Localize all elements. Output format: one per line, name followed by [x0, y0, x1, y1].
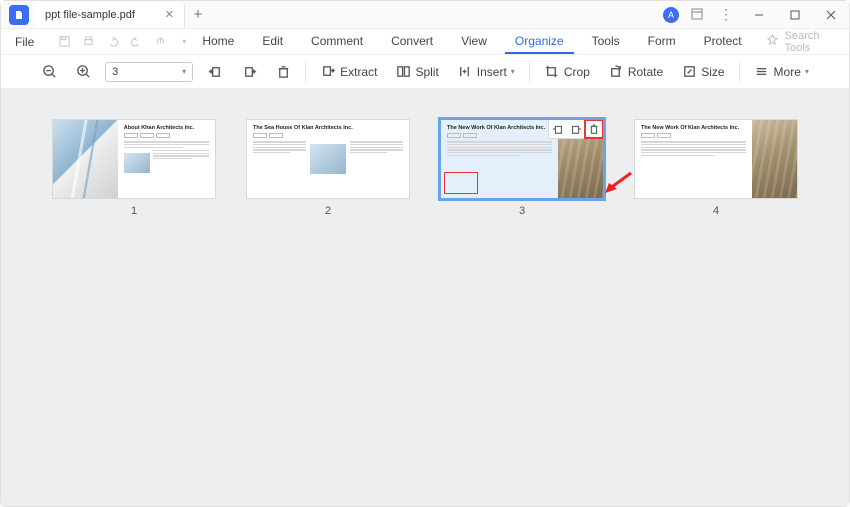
rotate-left-button[interactable]	[203, 62, 227, 82]
page-number-label: 2	[325, 205, 331, 217]
thumb-rotate-left-icon[interactable]	[549, 120, 567, 138]
menu-tab-tools[interactable]: Tools	[582, 30, 630, 54]
redo-icon[interactable]	[128, 35, 144, 48]
page-thumb-wrap: The Sea House Of Klan Architects Inc. 2	[246, 119, 410, 217]
split-button[interactable]: Split	[391, 62, 442, 82]
save-icon[interactable]	[56, 35, 72, 48]
page-thumbnail[interactable]: The Sea House Of Klan Architects Inc.	[246, 119, 410, 199]
chevron-down-icon: ▾	[511, 67, 515, 76]
menu-tab-home[interactable]: Home	[192, 30, 244, 54]
page-thumb-wrap: About Khan Architects Inc. 1	[52, 119, 216, 217]
window-panel-icon[interactable]	[687, 7, 707, 23]
organize-toolbar: 3 ▾ Extract Split Insert▾ Crop Rotate Si…	[1, 55, 849, 89]
thumb-rotate-right-icon[interactable]	[567, 120, 585, 138]
search-tools-input[interactable]: Search Tools	[785, 30, 829, 54]
kebab-menu-icon[interactable]: ⋮	[715, 6, 737, 23]
app-icon	[9, 5, 29, 25]
chevron-down-icon: ▾	[182, 67, 186, 76]
undo-icon[interactable]	[104, 35, 120, 48]
zoom-out-button[interactable]	[37, 62, 61, 82]
page-number-label: 1	[131, 205, 137, 217]
close-tab-icon[interactable]: ✕	[165, 8, 174, 21]
zoom-in-button[interactable]	[71, 62, 95, 82]
crop-button[interactable]: Crop	[540, 62, 594, 82]
menu-tab-organize[interactable]: Organize	[505, 30, 574, 54]
menu-tab-protect[interactable]: Protect	[694, 30, 752, 54]
menu-tab-comment[interactable]: Comment	[301, 30, 373, 54]
menu-tab-edit[interactable]: Edit	[252, 30, 293, 54]
thumb-delete-icon[interactable]	[585, 120, 603, 138]
title-bar: ppt file-sample.pdf ✕ + A ⋮	[1, 1, 849, 29]
menu-tab-convert[interactable]: Convert	[381, 30, 443, 54]
share-icon[interactable]	[152, 35, 168, 48]
page-number-input[interactable]: 3 ▾	[105, 62, 193, 82]
more-button[interactable]: More▾	[750, 62, 813, 82]
extract-button[interactable]: Extract	[316, 62, 381, 82]
share-dropdown-icon[interactable]: ▾	[176, 35, 192, 48]
rotate-button[interactable]: Rotate	[604, 62, 667, 82]
new-tab-button[interactable]: +	[185, 6, 211, 23]
page-thumbnail[interactable]: The New Work Of Klan Architects Inc.	[440, 119, 604, 199]
page-number-label: 4	[713, 205, 719, 217]
organize-canvas: About Khan Architects Inc. 1 The Sea House…	[1, 89, 849, 506]
document-tab[interactable]: ppt file-sample.pdf ✕	[35, 2, 185, 28]
user-avatar[interactable]: A	[663, 7, 679, 23]
page-number-label: 3	[519, 205, 525, 217]
insert-button[interactable]: Insert▾	[453, 62, 519, 82]
delete-page-button[interactable]	[271, 62, 295, 82]
page-thumb-wrap: The New Work Of Klan Architects Inc. 4	[634, 119, 798, 217]
rotate-right-button[interactable]	[237, 62, 261, 82]
size-button[interactable]: Size	[677, 62, 728, 82]
menu-bar: File ▾ Home Edit Comment Convert View Organiz…	[1, 29, 849, 55]
maximize-button[interactable]	[781, 1, 809, 29]
page-thumbnail[interactable]: The New Work Of Klan Architects Inc.	[634, 119, 798, 199]
minimize-button[interactable]	[745, 1, 773, 29]
menu-tab-form[interactable]: Form	[638, 30, 686, 54]
file-menu[interactable]: File	[5, 35, 44, 49]
menu-tab-view[interactable]: View	[451, 30, 497, 54]
close-window-button[interactable]	[817, 1, 845, 29]
print-icon[interactable]	[80, 35, 96, 48]
page-thumb-wrap: The New Work Of Klan Architects Inc. 3	[440, 119, 604, 217]
chevron-down-icon: ▾	[805, 67, 809, 76]
page-thumbnail[interactable]: About Khan Architects Inc.	[52, 119, 216, 199]
tab-title: ppt file-sample.pdf	[45, 9, 135, 21]
ai-icon[interactable]	[766, 34, 779, 50]
